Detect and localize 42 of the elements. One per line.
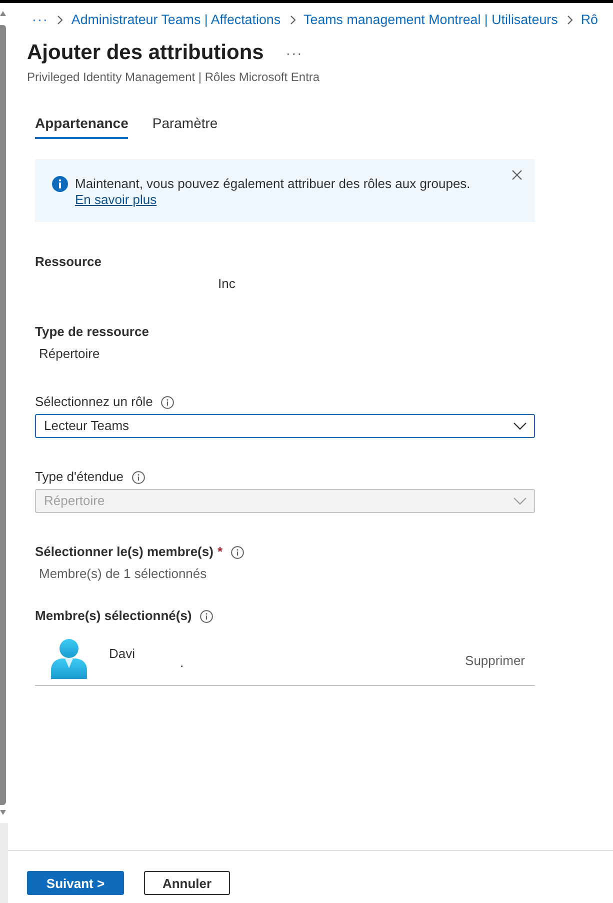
close-icon [512,170,522,180]
breadcrumb-link[interactable]: Teams management Montreal | Utilisateurs [304,10,558,30]
info-icon[interactable] [160,396,174,408]
field-value: Membre(s) de 1 sélectionnés [38,565,208,583]
field-label: Type de ressource [35,323,149,341]
dropdown-field[interactable]: Lecteur Teams [35,414,535,438]
scrollbar-thumb[interactable] [0,25,6,805]
scroll-up-arrow-icon[interactable] [0,11,6,16]
field-label: Ressource [35,253,102,271]
page-subtitle: Privileged Identity Management | Rôles Microsoft Entra [27,69,321,85]
chevron-down-icon [513,497,527,505]
section-label: Membre(s) sélectionné(s) [35,607,192,625]
user-avatar-icon [51,639,87,679]
page-title: Ajouter des attributions [27,40,264,66]
scroll-down-arrow-icon[interactable] [0,810,6,815]
field-label: Sélectionnez un rôle [35,393,153,411]
more-breadcrumbs-button[interactable]: ··· [32,10,48,30]
member-name: Davi [109,646,136,662]
next-button[interactable]: Suivant > [27,871,124,895]
chevron-right-icon [566,15,573,25]
breadcrumb-link[interactable]: Administrateur Teams | Affectations [71,10,281,30]
learn-more-link[interactable]: En savoir plus [75,192,157,207]
tab[interactable]: Appartenance [35,107,128,139]
close-button[interactable] [512,170,522,180]
chevron-right-icon [57,15,64,25]
cancel-button[interactable]: Annuler [144,871,230,895]
field-label: Sélectionner le(s) membre(s) [35,543,214,561]
info-icon[interactable] [230,546,244,558]
required-asterisk: * [217,543,223,561]
field-value: Répertoire [38,345,101,363]
chevron-right-icon [290,15,296,25]
breadcrumb-link[interactable]: Rô [580,10,598,30]
more-options-button[interactable]: ··· [286,43,303,63]
remove-button[interactable]: Supprimer [465,652,525,670]
info-icon[interactable] [200,610,213,622]
field-value: Inc [217,275,236,293]
member-detail: . [180,656,184,670]
tab[interactable]: Paramètre [152,107,218,139]
chevron-down-icon [513,422,527,430]
field-label: Type d'étendue [35,468,124,486]
info-icon [52,176,68,192]
banner-message: Maintenant, vous pouvez également attribuer des rôles aux groupes. En savoir plus [75,176,472,208]
